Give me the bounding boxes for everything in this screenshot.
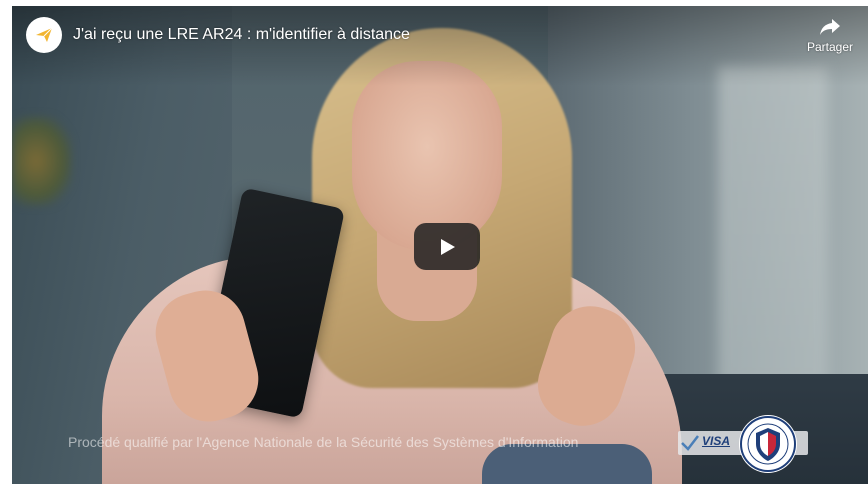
top-overlay	[12, 6, 868, 86]
share-label: Partager	[806, 40, 854, 54]
share-button[interactable]: Partager	[800, 18, 860, 54]
paper-plane-icon	[36, 27, 53, 42]
video-player[interactable]: J'ai reçu une LRE AR24 : m'identifier à …	[12, 6, 868, 484]
visa-label: VISA	[702, 434, 731, 448]
anssi-seal-icon	[739, 415, 797, 473]
person-jeans	[482, 444, 652, 484]
channel-avatar[interactable]	[26, 17, 62, 53]
certification-text: Procédé qualifié par l'Agence Nationale …	[68, 434, 579, 450]
share-arrow-icon	[820, 19, 840, 35]
video-title[interactable]: J'ai reçu une LRE AR24 : m'identifier à …	[73, 26, 410, 44]
checkmark-icon	[681, 435, 699, 451]
play-icon	[441, 238, 455, 255]
background-window	[718, 66, 828, 386]
play-button[interactable]	[414, 223, 480, 270]
background-plant	[12, 116, 72, 206]
